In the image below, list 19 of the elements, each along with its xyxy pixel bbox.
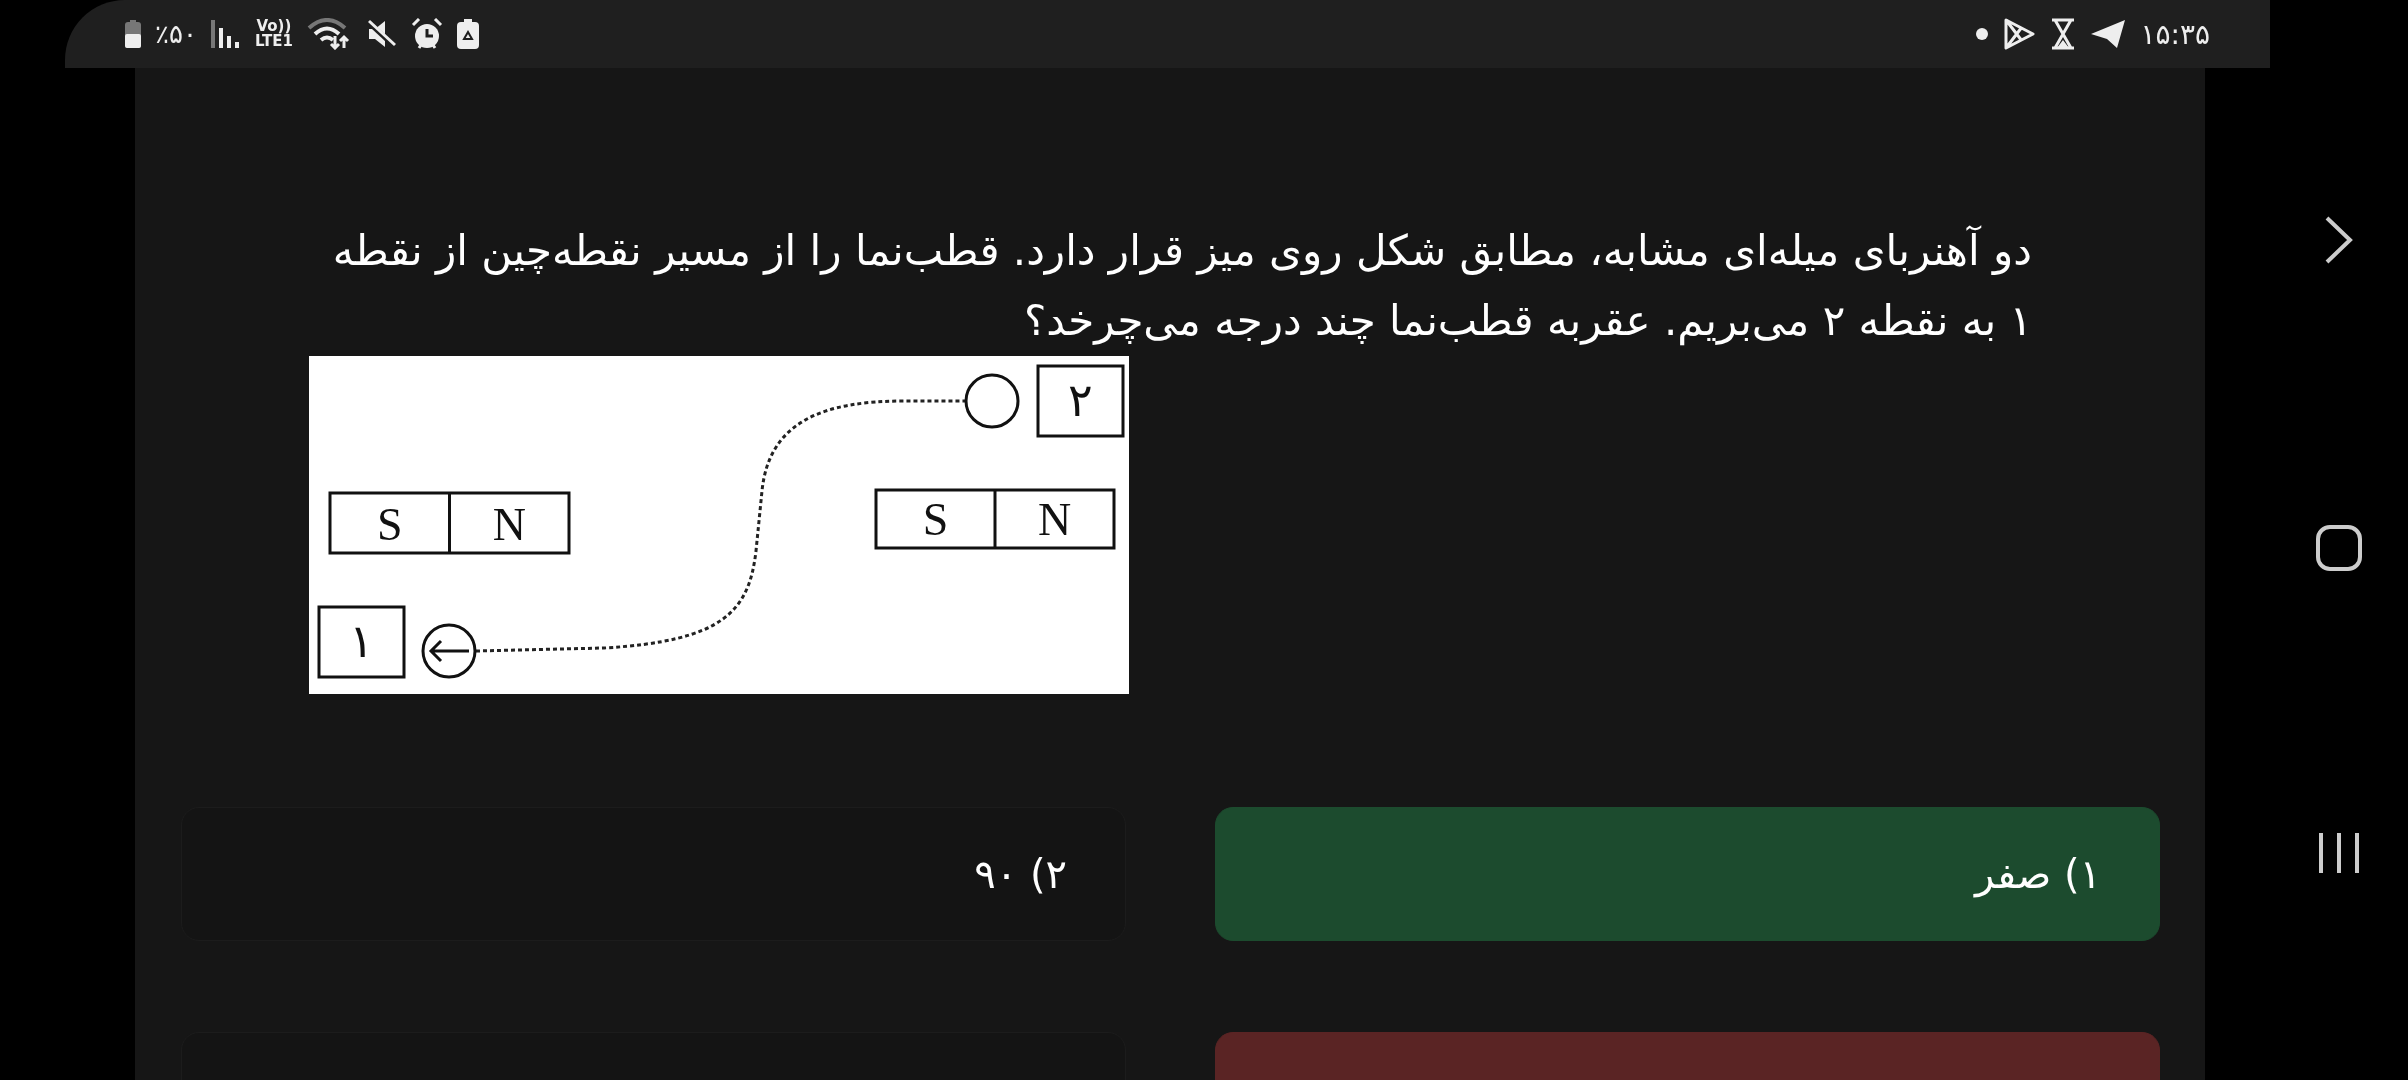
battery-saver-icon xyxy=(456,19,479,49)
volte-label: Vo)) xyxy=(256,19,292,34)
recent-apps-icon[interactable] xyxy=(2317,831,2361,875)
wifi-icon xyxy=(306,18,351,50)
forward-icon[interactable] xyxy=(2324,215,2354,265)
lte-label: LTE1 xyxy=(254,34,293,49)
play-store-icon xyxy=(2002,17,2037,51)
question-text: دو آهنربای میله‌ای مشابه، مطابق شکل روی میز قرار دارد. قطب‌نما را از مسیر نقطه‌چین از نقطه ۱ به نقطه ۲ می‌بریم. عقربه قطب‌نما چند درجه می‌چرخد؟ xyxy=(331,224,2032,348)
answer-option[interactable]: ۱) صفر xyxy=(1215,807,2160,941)
send-icon xyxy=(2090,18,2127,50)
hourglass-icon xyxy=(2050,18,2077,50)
answer-option[interactable]: ۲) ۹۰ xyxy=(181,807,1126,941)
alarm-icon xyxy=(410,18,443,50)
home-icon[interactable] xyxy=(2316,525,2362,571)
battery-icon xyxy=(125,20,141,48)
signal-icon xyxy=(210,20,241,48)
clock: ۱۵:۳۵ xyxy=(2140,17,2210,51)
notification-dot-icon xyxy=(1976,28,1989,40)
battery-percentage: ٪۵۰ xyxy=(155,19,197,49)
